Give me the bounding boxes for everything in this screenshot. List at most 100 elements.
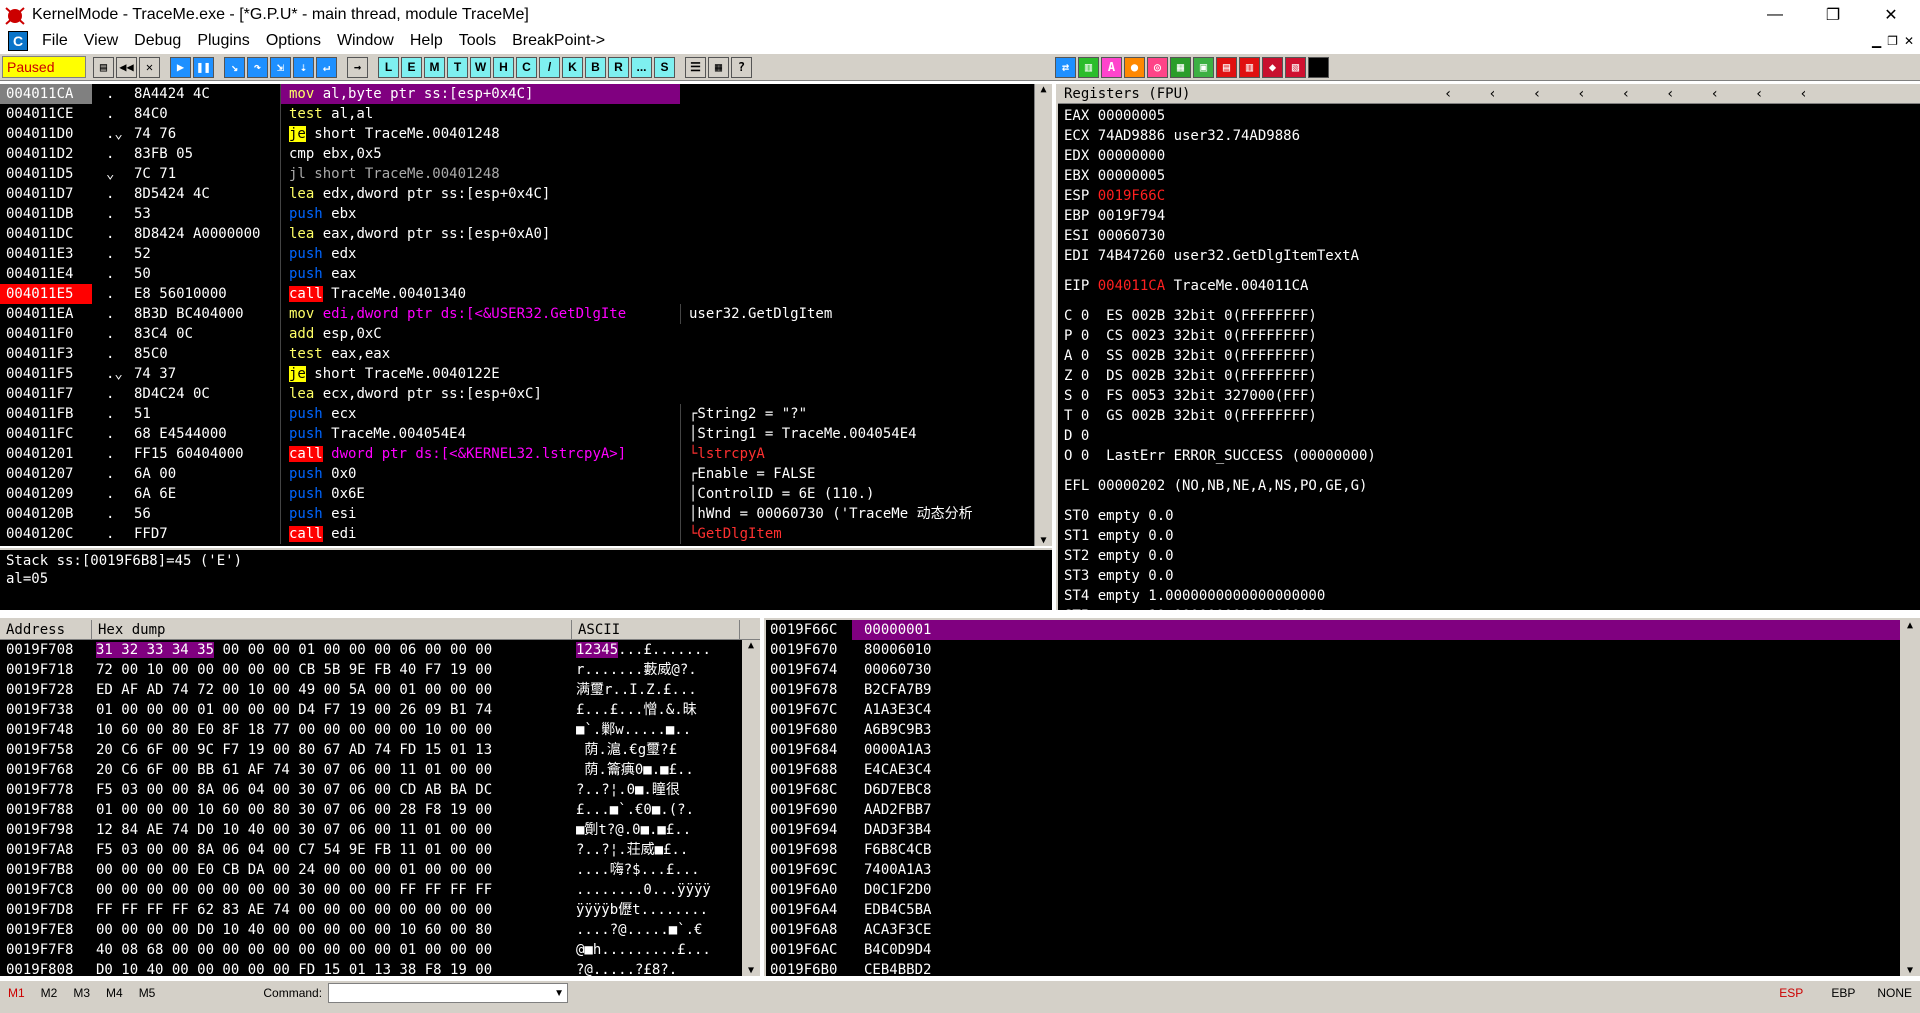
dump-hex[interactable]: 40 08 68 00 00 00 00 00 00 00 00 00 01 0…	[92, 940, 572, 960]
windows-window-button[interactable]: W	[470, 56, 491, 78]
dump-ascii[interactable]: £...£...憎.&.昧	[572, 700, 740, 720]
stack-value[interactable]: EDB4C5BA	[852, 900, 952, 920]
source-window-button[interactable]: S	[654, 56, 675, 78]
register-line[interactable]: EDX 00000000	[1064, 146, 1914, 166]
disasm-instruction[interactable]: push TraceMe.004054E4	[280, 424, 680, 444]
register-line[interactable]	[1064, 266, 1914, 276]
mdi-minimize-icon[interactable]: ▁	[1872, 34, 1881, 48]
disasm-row[interactable]: 004011F7. 8D4C24 0C lea ecx,dword ptr ss:[…	[0, 384, 1052, 404]
disasm-instruction[interactable]: push 0x6E	[280, 484, 680, 504]
plugin-cn1-icon[interactable]: ▤	[1216, 56, 1237, 78]
register-line[interactable]	[1064, 466, 1914, 476]
register-line[interactable]: ESP 0019F66C	[1064, 186, 1914, 206]
disassembly-pane[interactable]: 004011CA. 8A4424 4C mov al,byte ptr ss:[es…	[0, 84, 1052, 546]
scroll-up-icon[interactable]: ▲	[1040, 84, 1046, 95]
disasm-row[interactable]: 00401207. 6A 00 push 0x0 ┌Enable = FALSE	[0, 464, 1052, 484]
disasm-address[interactable]: 004011EA	[0, 304, 92, 324]
dump-address[interactable]: 0019F7C8	[0, 880, 92, 900]
stack-value[interactable]: ACA3F3CE	[852, 920, 952, 940]
dump-row[interactable]: 0019F798 12 84 AE 74 D0 10 40 00 30 07 06…	[0, 820, 760, 840]
restore-button[interactable]: ❐	[1804, 0, 1862, 29]
stack-address[interactable]: 0019F690	[766, 800, 852, 820]
register-line[interactable]: C 0 ES 002B 32bit 0(FFFFFFFF)	[1064, 306, 1914, 326]
dump-row[interactable]: 0019F758 20 C6 6F 00 9C F7 19 00 80 67 AD…	[0, 740, 760, 760]
register-line[interactable]: S 0 FS 0053 32bit 327000(FFF)	[1064, 386, 1914, 406]
disasm-address[interactable]: 0040120C	[0, 524, 92, 544]
scroll-down-icon[interactable]: ▼	[1040, 535, 1046, 546]
dump-row[interactable]: 0019F7F8 40 08 68 00 00 00 00 00 00 00 00…	[0, 940, 760, 960]
dump-row[interactable]: 0019F768 20 C6 6F 00 BB 61 AF 74 30 07 06…	[0, 760, 760, 780]
dump-hex[interactable]: D0 10 40 00 00 00 00 00 FD 15 01 13 38 F…	[92, 960, 572, 976]
dump-hex[interactable]: 20 C6 6F 00 BB 61 AF 74 30 07 06 00 11 0…	[92, 760, 572, 780]
menu-breakpoint[interactable]: BreakPoint->	[504, 32, 613, 50]
stack-address[interactable]: 0019F694	[766, 820, 852, 840]
register-line[interactable]: A 0 SS 002B 32bit 0(FFFFFFFF)	[1064, 346, 1914, 366]
close-button[interactable]: ✕	[1862, 0, 1920, 29]
disasm-row[interactable]: 004011D0 .⌄ 74 76 je short TraceMe.00401248	[0, 124, 1052, 144]
disasm-row[interactable]: 004011EA. 8B3D BC404000 mov edi,dword ptr …	[0, 304, 1052, 324]
disasm-instruction[interactable]: test al,al	[280, 104, 680, 124]
dump-row[interactable]: 0019F7B8 00 00 00 00 E0 CB DA 00 24 00 00…	[0, 860, 760, 880]
stack-value[interactable]: CEB4BBD2	[852, 960, 952, 976]
dump-ascii[interactable]: ?..?¦.0■.瞳很	[572, 780, 740, 800]
pause-icon[interactable]: ❚❚	[193, 56, 214, 78]
dump-address[interactable]: 0019F7F8	[0, 940, 92, 960]
dump-address[interactable]: 0019F748	[0, 720, 92, 740]
disasm-address[interactable]: 004011D0	[0, 124, 92, 144]
dump-hex[interactable]: ED AF AD 74 72 00 10 00 49 00 5A 00 01 0…	[92, 680, 572, 700]
plugin-circle-icon[interactable]: ●	[1124, 56, 1145, 78]
dump-ascii[interactable]: ■劕t?@.0■.■£..	[572, 820, 740, 840]
log-window-button[interactable]: L	[378, 56, 399, 78]
tab-m1[interactable]: M1	[0, 986, 33, 1000]
dump-row[interactable]: 0019F718 72 00 10 00 00 00 00 00 CB 5B 9E…	[0, 660, 760, 680]
close-process-icon[interactable]: ✕	[139, 56, 160, 78]
disasm-row[interactable]: 004011FB. 51 push ecx ┌String2 = "?"	[0, 404, 1052, 424]
dump-ascii[interactable]: 12345...£.......	[572, 640, 740, 660]
cpu-window-icon[interactable]: C	[8, 31, 28, 51]
disasm-row[interactable]: 004011E5. E8 56010000 call TraceMe.0040134…	[0, 284, 1052, 304]
dump-address[interactable]: 0019F7B8	[0, 860, 92, 880]
dump-hex[interactable]: F5 03 00 00 8A 06 04 00 C7 54 9E FB 11 0…	[92, 840, 572, 860]
register-line[interactable]: D 0	[1064, 426, 1914, 446]
dump-row[interactable]: 0019F7D8 FF FF FF FF 62 83 AE 74 00 00 00…	[0, 900, 760, 920]
plugin-cn2-icon[interactable]: ▥	[1239, 56, 1260, 78]
refresh-plugin-icon[interactable]: ⇄	[1055, 56, 1076, 78]
register-line[interactable]: EBX 00000005	[1064, 166, 1914, 186]
disasm-instruction[interactable]: cmp ebx,0x5	[280, 144, 680, 164]
disasm-instruction[interactable]: lea edx,dword ptr ss:[esp+0x4C]	[280, 184, 680, 204]
disasm-address[interactable]: 004011E5	[0, 284, 92, 304]
dump-ascii[interactable]: £...■`.€0■.(?.	[572, 800, 740, 820]
disasm-row[interactable]: 004011D7. 8D5424 4C lea edx,dword ptr ss:[…	[0, 184, 1052, 204]
dump-address[interactable]: 0019F808	[0, 960, 92, 976]
disasm-instruction[interactable]: add esp,0xC	[280, 324, 680, 344]
stack-row[interactable]: 0019F68C D6D7EBC8	[766, 780, 1920, 800]
tab-m2[interactable]: M2	[33, 986, 66, 1000]
stack-value[interactable]: B2CFA7B9	[852, 680, 952, 700]
disasm-instruction[interactable]: call edi	[280, 524, 680, 544]
stack-row[interactable]: 0019F66C 00000001	[766, 620, 1920, 640]
dump-address[interactable]: 0019F7E8	[0, 920, 92, 940]
plugin-green-icon[interactable]: ▥	[1078, 56, 1099, 78]
menu-debug[interactable]: Debug	[126, 32, 189, 50]
dump-address[interactable]: 0019F708	[0, 640, 92, 660]
execute-till-return-icon[interactable]: ↵	[316, 56, 337, 78]
stack-address[interactable]: 0019F688	[766, 760, 852, 780]
disasm-address[interactable]: 00401201	[0, 444, 92, 464]
stack-address[interactable]: 0019F6A4	[766, 900, 852, 920]
disasm-row[interactable]: 004011CE. 84C0 test al,al	[0, 104, 1052, 124]
dump-hex[interactable]: 01 00 00 00 01 00 00 00 D4 F7 19 00 26 0…	[92, 700, 572, 720]
disasm-address[interactable]: 004011D5	[0, 164, 92, 184]
disasm-instruction[interactable]: push eax	[280, 264, 680, 284]
stack-row[interactable]: 0019F690 AAD2FBB7	[766, 800, 1920, 820]
register-line[interactable]: ESI 00060730	[1064, 226, 1914, 246]
stack-address[interactable]: 0019F6AC	[766, 940, 852, 960]
modules-window-button[interactable]: E	[401, 56, 422, 78]
help-icon[interactable]: ?	[731, 56, 752, 78]
mdi-restore-icon[interactable]: ❐	[1887, 34, 1898, 48]
disasm-instruction[interactable]: lea ecx,dword ptr ss:[esp+0xC]	[280, 384, 680, 404]
dump-address[interactable]: 0019F7A8	[0, 840, 92, 860]
disasm-address[interactable]: 00401209	[0, 484, 92, 504]
disasm-address[interactable]: 0040120B	[0, 504, 92, 524]
register-line[interactable]: O 0 LastErr ERROR_SUCCESS (00000000)	[1064, 446, 1914, 466]
stack-value[interactable]: A1A3E3C4	[852, 700, 952, 720]
